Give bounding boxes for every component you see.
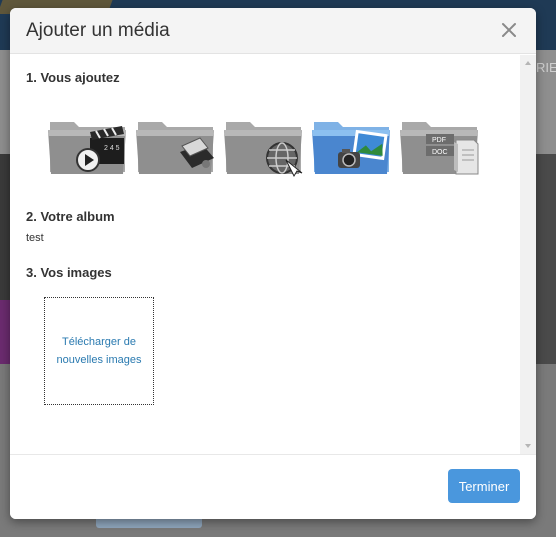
close-button[interactable]: [500, 21, 518, 39]
modal-title: Ajouter un média: [26, 20, 170, 41]
document-folder-icon: PDF DOC: [400, 122, 479, 175]
add-media-modal: Ajouter un média 1. Vous ajoutez 2 4 5 P…: [10, 8, 536, 519]
video-folder-icon: 2 4 5: [48, 122, 126, 174]
svg-text:DOC: DOC: [432, 149, 448, 156]
media-type-document[interactable]: PDF DOC: [398, 110, 482, 180]
svg-text:2 4 5: 2 4 5: [104, 145, 120, 152]
album-value: test: [26, 232, 44, 244]
web-folder-icon: [224, 122, 303, 178]
svg-text:PDF: PDF: [432, 137, 446, 144]
background-nav-text: RIE: [536, 60, 556, 75]
media-type-row: 2 4 5 PDF DOC: [46, 110, 486, 180]
section-title-album: 2. Votre album: [26, 209, 115, 224]
section-title-images: 3. Vos images: [26, 265, 112, 280]
upload-images-button[interactable]: Télécharger de nouvelles images: [44, 297, 154, 405]
upload-images-label: Télécharger de nouvelles images: [56, 336, 142, 366]
modal-header: Ajouter un média: [10, 8, 536, 54]
presentation-folder-icon: [136, 122, 214, 174]
media-type-presentation[interactable]: [134, 110, 218, 180]
modal-body: 1. Vous ajoutez 2 4 5 PDF DOC 2. Votre a…: [10, 55, 520, 454]
media-type-video[interactable]: 2 4 5: [46, 110, 130, 180]
media-type-web[interactable]: [222, 110, 306, 180]
media-type-photo[interactable]: [310, 110, 394, 180]
modal-footer: Terminer: [10, 454, 536, 519]
scroll-down-arrow-icon[interactable]: [525, 444, 531, 448]
section-title-add: 1. Vous ajoutez: [26, 70, 120, 85]
modal-scrollbar[interactable]: [520, 55, 536, 454]
close-icon: [502, 23, 516, 37]
scroll-up-arrow-icon[interactable]: [525, 61, 531, 65]
done-button[interactable]: Terminer: [448, 469, 520, 503]
photo-folder-icon: [312, 122, 390, 174]
